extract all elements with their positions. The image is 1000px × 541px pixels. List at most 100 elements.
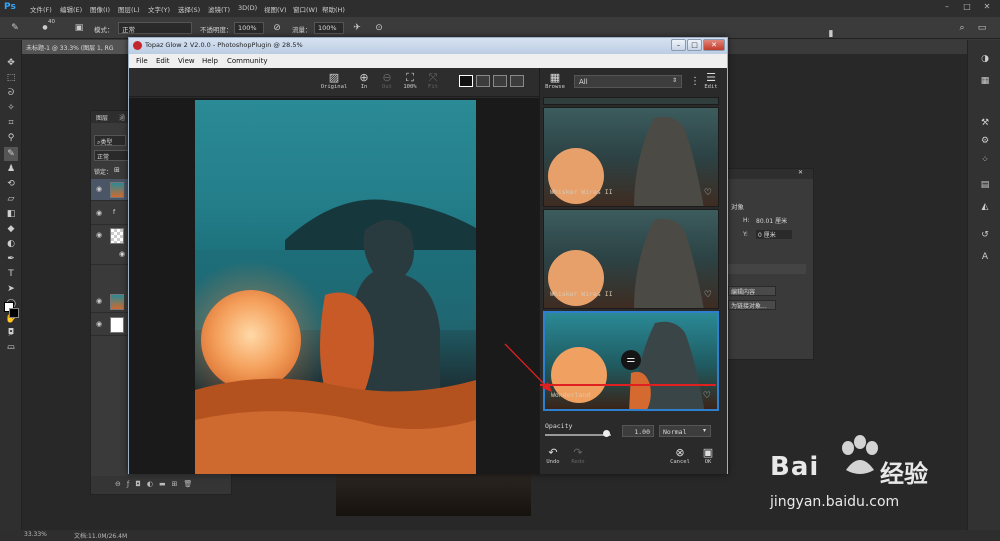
character-panel-icon[interactable]: A [978, 250, 992, 264]
search-icon[interactable]: ⌕ [955, 21, 969, 35]
heart-icon[interactable]: ♡ [704, 188, 712, 198]
close-icon[interactable]: ✕ [703, 39, 725, 51]
maximize-icon[interactable]: □ [687, 39, 702, 51]
h-field[interactable]: 80.01 厘米 [756, 216, 796, 225]
opacity-field[interactable]: 100% [234, 22, 264, 34]
cancel-button[interactable]: ⊗ Cancel [668, 446, 692, 465]
trash-icon[interactable]: 🗑 [184, 480, 199, 488]
blur-tool-icon[interactable]: ◆ [4, 222, 18, 236]
menu-image[interactable]: 图像(I) [90, 4, 110, 14]
flow-field[interactable]: 100% [314, 22, 344, 34]
split-view-icon[interactable] [476, 75, 490, 87]
minimize-icon[interactable]: – [671, 39, 686, 51]
tab-layers[interactable]: 图层 [96, 113, 108, 122]
pressure-opacity-icon[interactable]: ⊘ [270, 21, 284, 35]
more-options-icon[interactable]: ⋮ [690, 76, 700, 87]
eraser-tool-icon[interactable]: ▱ [4, 192, 18, 206]
quick-mask-icon[interactable]: ◘ [4, 325, 18, 339]
swatches-panel-icon[interactable]: ▦ [978, 74, 992, 88]
brush-tool-icon[interactable]: ✎ [8, 21, 22, 35]
brush-panel-icon[interactable]: ▣ [72, 21, 86, 35]
mask-icon[interactable]: ◘ [135, 480, 147, 488]
redo-button[interactable]: ↷ Redo [568, 446, 588, 465]
background-color-swatch[interactable] [9, 308, 19, 318]
move-tool-icon[interactable]: ✥ [4, 56, 18, 70]
marquee-tool-icon[interactable]: ⬚ [4, 71, 18, 85]
magic-wand-icon[interactable]: ✧ [4, 101, 18, 115]
stamp-tool-icon[interactable]: ♟ [4, 162, 18, 176]
close-icon[interactable]: ✕ [798, 169, 803, 176]
topaz-menu-edit[interactable]: Edit [156, 57, 170, 65]
document-tab[interactable]: 未标题-1 @ 33.3% (图层 1, RG [22, 40, 132, 54]
topaz-menu-community[interactable]: Community [227, 57, 268, 65]
menu-filter[interactable]: 滤镜(T) [208, 4, 230, 14]
menu-3d[interactable]: 3D(D) [238, 4, 257, 12]
type-tool-icon[interactable]: T [4, 267, 18, 281]
preview-image[interactable] [195, 100, 476, 474]
adjustments-panel-icon[interactable]: ⚒ [978, 116, 992, 130]
channels-panel-icon[interactable]: ◭ [978, 200, 992, 214]
properties-field[interactable] [728, 264, 806, 274]
dodge-tool-icon[interactable]: ◐ [4, 237, 18, 251]
zoom-level[interactable]: 33.33% [24, 531, 47, 538]
path-select-icon[interactable]: ➤ [4, 282, 18, 296]
link-layers-icon[interactable]: ⊖ [115, 480, 127, 488]
heart-icon[interactable]: ♡ [704, 290, 712, 300]
menu-select[interactable]: 选择(S) [178, 4, 200, 14]
blend-mode-select[interactable]: 正常 [94, 150, 130, 161]
color-panel-icon[interactable]: ◑ [978, 52, 992, 66]
edit-contents-button[interactable]: 编辑内容 [728, 286, 776, 296]
pen-tool-icon[interactable]: ✒ [4, 252, 18, 266]
history-panel-icon[interactable]: ↺ [978, 228, 992, 242]
brush-tool-selected-icon[interactable]: ✎ [4, 147, 18, 161]
heart-icon[interactable]: ♡ [703, 391, 711, 401]
lasso-tool-icon[interactable]: ᘐ [4, 86, 18, 100]
opacity-value-field[interactable]: 1.00 [622, 425, 654, 437]
maximize-icon[interactable]: □ [960, 2, 974, 14]
adjust-sliders-icon[interactable]: ⚌ [621, 350, 641, 370]
screen-mode-icon[interactable]: ▭ [4, 340, 18, 354]
eye-icon[interactable]: ◉ [96, 209, 102, 217]
eye-icon[interactable]: ◉ [119, 250, 125, 258]
panel-collapse-icon[interactable]: ▮ [824, 27, 838, 41]
tab-channels[interactable]: 通 [119, 113, 125, 122]
opacity-slider-thumb[interactable] [603, 430, 610, 437]
eye-icon[interactable]: ◉ [96, 185, 102, 193]
brush-panel-icon[interactable]: ⁘ [978, 153, 992, 167]
minimize-icon[interactable]: – [940, 2, 954, 14]
history-brush-icon[interactable]: ⟲ [4, 177, 18, 191]
gradient-tool-icon[interactable]: ◧ [4, 207, 18, 221]
airbrush-icon[interactable]: ✈ [350, 21, 364, 35]
new-layer-icon[interactable]: ⊞ [172, 480, 184, 488]
eye-icon[interactable]: ◉ [96, 231, 102, 239]
menu-type[interactable]: 文字(Y) [148, 4, 170, 14]
category-select[interactable]: All ⇕ [574, 75, 682, 88]
menu-view[interactable]: 视图(V) [264, 4, 287, 14]
menu-edit[interactable]: 编辑(E) [60, 4, 82, 14]
preset-item-selected[interactable]: ⚌ Wonderland ♡ [543, 311, 719, 411]
original-button[interactable]: ▨ Original [319, 71, 349, 95]
menu-file[interactable]: 文件(F) [30, 4, 52, 14]
workspace-icon[interactable]: ▭ [975, 21, 989, 35]
menu-help[interactable]: 帮助(H) [322, 4, 345, 14]
y-field[interactable]: 0 厘米 [756, 230, 792, 239]
adjustment-icon[interactable]: ◐ [147, 480, 159, 488]
layers-panel-icon[interactable]: ▤ [978, 178, 992, 192]
topaz-menu-file[interactable]: File [136, 57, 148, 65]
crop-tool-icon[interactable]: ⌗ [4, 116, 18, 130]
edit-button[interactable]: ☰ Edit [700, 71, 722, 90]
side-by-side-icon[interactable] [493, 75, 507, 87]
layer-kind-filter[interactable]: ⌕类型 [94, 135, 126, 146]
close-icon[interactable]: ✕ [980, 2, 994, 14]
lock-pixels-icon[interactable]: ⊞ [114, 166, 120, 174]
preset-item[interactable]: Whisker Wires II ♡ [543, 209, 719, 309]
pressure-size-icon[interactable]: ⊙ [372, 21, 386, 35]
eyedropper-icon[interactable]: ⚲ [4, 131, 18, 145]
topaz-menu-view[interactable]: View [178, 57, 195, 65]
browse-button[interactable]: ▦ Browse [543, 71, 567, 90]
opacity-slider-track[interactable] [545, 434, 611, 436]
eye-icon[interactable]: ◉ [96, 297, 102, 305]
quad-view-icon[interactable] [510, 75, 524, 87]
folder-icon[interactable]: ▬ [159, 480, 172, 488]
topaz-menu-help[interactable]: Help [202, 57, 218, 65]
